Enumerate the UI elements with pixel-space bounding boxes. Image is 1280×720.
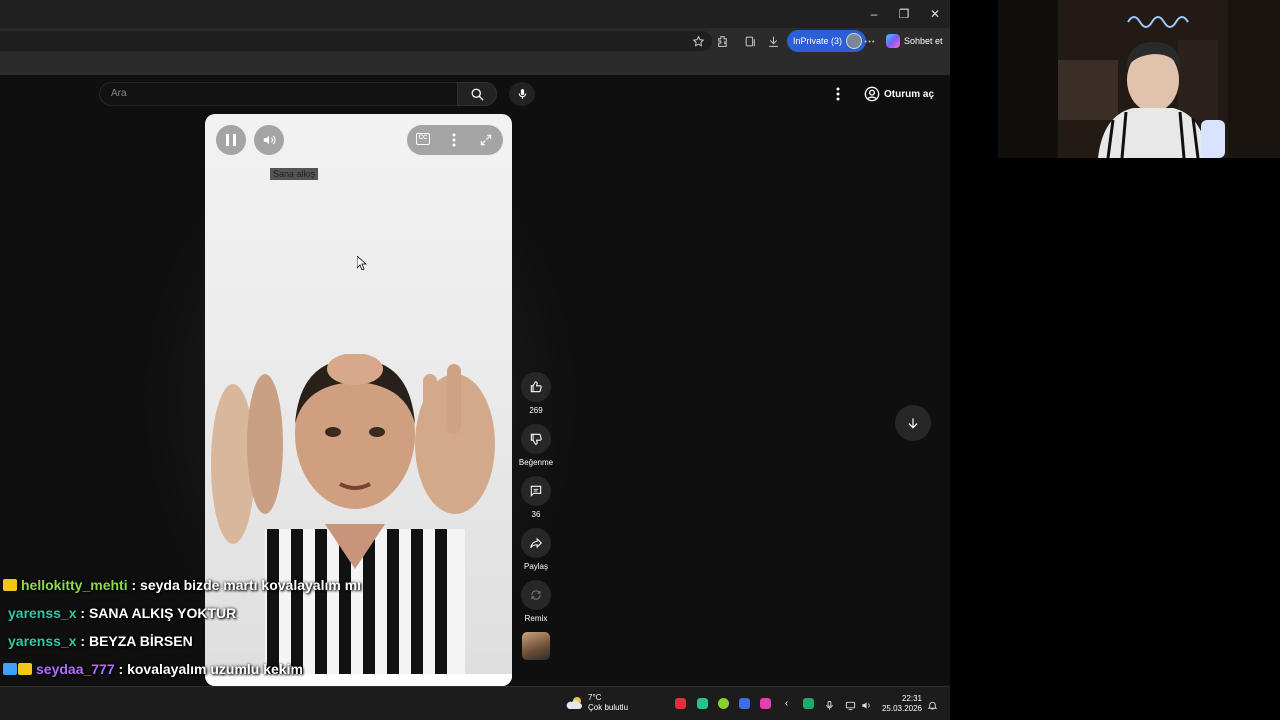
more-options-icon[interactable]	[860, 32, 878, 50]
pause-button[interactable]	[216, 125, 246, 155]
speaker-icon[interactable]	[861, 698, 872, 709]
tray-app-icon[interactable]	[697, 698, 708, 709]
settings-menu-button[interactable]	[830, 84, 846, 104]
chat-message: : seyda bizde martı kovalayalım mı	[131, 577, 362, 593]
favorite-star-icon[interactable]	[689, 32, 707, 50]
remix-icon	[531, 590, 541, 600]
clock-time: 22:31	[901, 694, 922, 703]
download-icon[interactable]	[764, 32, 782, 50]
volume-button[interactable]	[254, 125, 284, 155]
cloud-icon	[566, 696, 583, 710]
short-video-player[interactable]: CC Sana alkış	[205, 114, 512, 686]
mouse-cursor	[356, 255, 368, 271]
search-input[interactable]: Ara	[99, 82, 457, 106]
screen: – ❐ ✕ InPrivate (3) Sohbet et Ara Oturum…	[0, 0, 1280, 720]
fullscreen-icon[interactable]	[479, 133, 493, 152]
account-icon	[864, 86, 880, 102]
video-options-group: CC	[407, 125, 503, 155]
comments-action[interactable]: 36	[518, 476, 554, 519]
copilot-label: Sohbet et	[904, 36, 943, 46]
minimize-icon[interactable]: –	[866, 6, 882, 22]
captions-icon[interactable]: CC	[416, 133, 430, 145]
system-clock[interactable]: 22:31 25.03.2026	[880, 694, 922, 714]
sign-in-label: Oturum aç	[884, 88, 935, 100]
audio-source-thumbnail[interactable]	[522, 632, 550, 660]
browser-title-bar: – ❐ ✕	[0, 0, 950, 28]
copilot-chat-button[interactable]: Sohbet et	[886, 31, 943, 51]
voice-search-button[interactable]	[509, 82, 535, 106]
tray-app-icon[interactable]	[675, 698, 686, 709]
weather-desc: Çok bulutlu	[588, 703, 629, 712]
search-icon	[471, 88, 484, 101]
crown-badge-icon	[3, 579, 17, 591]
vertical-dots-icon	[836, 87, 840, 101]
thumbs-up-icon	[530, 381, 542, 393]
tray-app-icon[interactable]	[760, 698, 771, 709]
next-short-button[interactable]	[895, 405, 931, 441]
chat-line: yarenss_x : SANA ALKIŞ YOKTUR	[0, 602, 236, 624]
share-icon	[530, 537, 542, 549]
chat-username: hellokitty_mehti	[21, 577, 128, 593]
address-bar[interactable]	[0, 31, 712, 51]
tray-app-icon[interactable]	[803, 698, 814, 709]
close-icon[interactable]: ✕	[927, 6, 943, 22]
video-caption: Sana alkış	[270, 168, 319, 180]
dislike-label: Beğenme	[518, 458, 554, 467]
weather-widget[interactable]: 7°C Çok bulutlu	[566, 693, 628, 713]
notification-bell-icon[interactable]	[927, 698, 938, 710]
remix-label: Remix	[524, 614, 548, 623]
share-action[interactable]: Paylaş	[518, 528, 554, 571]
video-person-frame	[205, 353, 512, 686]
windows-taskbar: 7°C Çok bulutlu ‹ 22:31 25.03.2026	[0, 686, 950, 720]
extensions-icon[interactable]	[713, 32, 731, 50]
restore-icon[interactable]: ❐	[896, 6, 912, 22]
sign-in-button[interactable]: Oturum aç	[860, 82, 938, 106]
inprivate-button[interactable]: InPrivate (3)	[787, 30, 867, 52]
tray-microphone-icon[interactable]	[824, 698, 835, 710]
chat-message: : kovalayalım uzumlu kekim	[118, 661, 303, 677]
collections-icon[interactable]	[741, 32, 759, 50]
share-label: Paylaş	[523, 562, 548, 571]
clock-date: 25.03.2026	[881, 704, 922, 713]
dislike-action[interactable]: Beğenme	[518, 424, 554, 467]
chat-username: yarenss_x	[8, 605, 77, 621]
tray-app-icon[interactable]	[739, 698, 750, 709]
volume-icon	[263, 135, 276, 145]
comment-count: 36	[531, 510, 541, 519]
sub-badge-icon	[3, 663, 17, 675]
like-action[interactable]: 269	[518, 372, 554, 415]
search-button[interactable]	[457, 82, 497, 106]
remix-action[interactable]: Remix	[518, 580, 554, 623]
network-icon[interactable]	[845, 698, 856, 711]
chat-username: yarenss_x	[8, 633, 77, 649]
tray-chevron-icon[interactable]: ‹	[781, 698, 792, 709]
chat-message: : SANA ALKIŞ YOKTUR	[80, 605, 237, 621]
chat-username: seydaa_777	[36, 661, 115, 677]
chat-line: seydaa_777 : kovalayalım uzumlu kekim	[0, 658, 303, 680]
pause-icon	[226, 134, 236, 146]
microphone-icon	[518, 89, 526, 99]
chat-line: yarenss_x : BEYZA BİRSEN	[0, 630, 193, 652]
inprivate-label: InPrivate (3)	[793, 36, 843, 46]
like-count: 269	[529, 406, 543, 415]
browser-toolbar: InPrivate (3) Sohbet et	[0, 28, 950, 54]
chat-message: : BEYZA BİRSEN	[80, 633, 193, 649]
comment-icon	[530, 485, 542, 497]
crown-badge-icon	[18, 663, 32, 675]
bookmarks-bar	[0, 54, 950, 76]
tray-app-icon[interactable]	[718, 698, 729, 709]
chat-line: hellokitty_mehti : seyda bizde martı kov…	[0, 574, 361, 596]
weather-temp: 7°C	[588, 693, 602, 702]
arrow-down-icon	[908, 418, 918, 429]
copilot-icon	[886, 34, 900, 48]
thumbs-down-icon	[530, 433, 542, 445]
video-menu-icon[interactable]	[452, 133, 456, 152]
streamer-webcam	[998, 0, 1280, 158]
